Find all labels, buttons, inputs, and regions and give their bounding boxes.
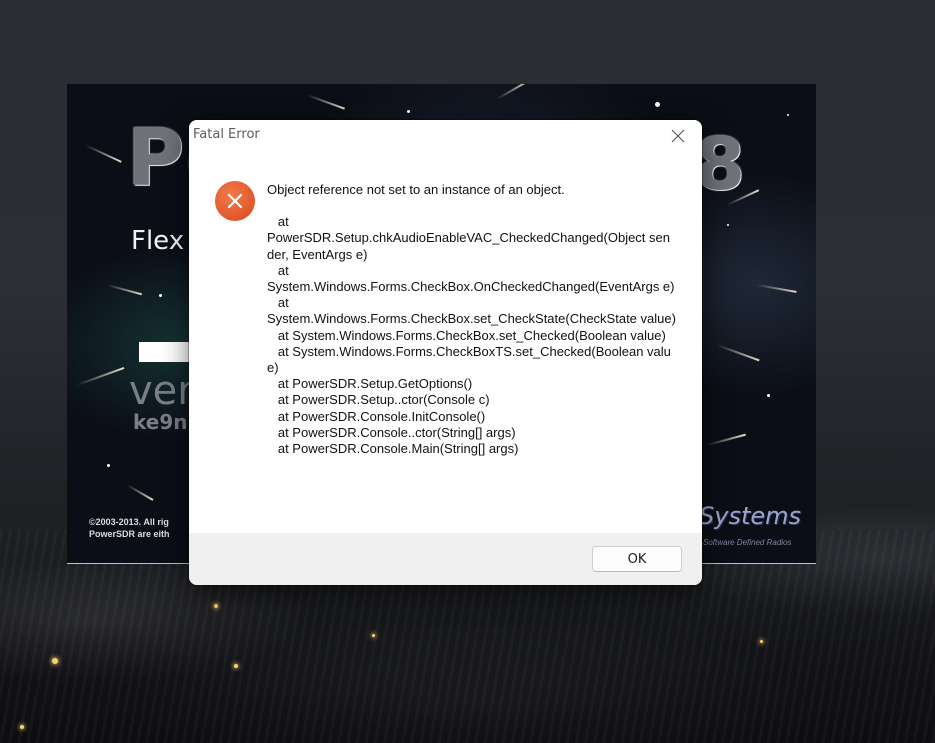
star	[107, 464, 110, 467]
star-streak	[716, 344, 760, 362]
star	[767, 394, 770, 397]
error-headline: Object reference not set to an instance …	[267, 182, 565, 197]
splash-brand-tagline: Software Defined Radios	[703, 538, 792, 547]
splash-brand-logo: Systems	[699, 502, 801, 530]
error-circle-x-icon	[215, 181, 255, 221]
star	[407, 110, 410, 113]
ground-light	[372, 634, 375, 637]
copyright-line: PowerSDR are eith	[89, 529, 170, 539]
ground-light	[214, 604, 218, 608]
star-streak	[756, 284, 797, 293]
stack-trace: at PowerSDR.Setup.chkAudioEnableVAC_Chec…	[267, 214, 676, 457]
ground-light	[760, 640, 763, 643]
dialog-body: Object reference not set to an instance …	[189, 152, 702, 533]
splash-logo-version-digit: 8	[695, 122, 746, 206]
ground-light	[234, 664, 238, 668]
star-streak	[126, 484, 154, 501]
star	[727, 224, 729, 226]
splash-flex-text: Flex	[131, 226, 185, 256]
close-button[interactable]	[655, 120, 701, 152]
error-message: Object reference not set to an instance …	[267, 182, 677, 457]
star	[655, 102, 660, 107]
splash-version-text: ver	[129, 368, 194, 414]
fatal-error-dialog: Fatal Error Object reference not set to …	[189, 120, 702, 585]
splash-copyright: ©2003-2013. All rig PowerSDR are eith	[89, 516, 170, 540]
star	[787, 114, 789, 116]
copyright-line: ©2003-2013. All rig	[89, 517, 169, 527]
star-streak	[706, 433, 746, 446]
star-streak	[496, 84, 529, 100]
star-streak	[76, 366, 125, 386]
dialog-footer: OK	[189, 533, 702, 585]
star-streak	[106, 284, 143, 296]
ground-light	[52, 658, 58, 664]
star	[159, 294, 162, 297]
dialog-title: Fatal Error	[193, 127, 260, 142]
star-streak	[84, 144, 122, 163]
splash-callsign-text: ke9n	[133, 410, 188, 434]
close-icon	[671, 129, 685, 143]
ground-light	[20, 725, 24, 729]
dialog-titlebar[interactable]: Fatal Error	[189, 120, 702, 152]
ok-button[interactable]: OK	[592, 546, 682, 572]
star-streak	[306, 94, 345, 110]
